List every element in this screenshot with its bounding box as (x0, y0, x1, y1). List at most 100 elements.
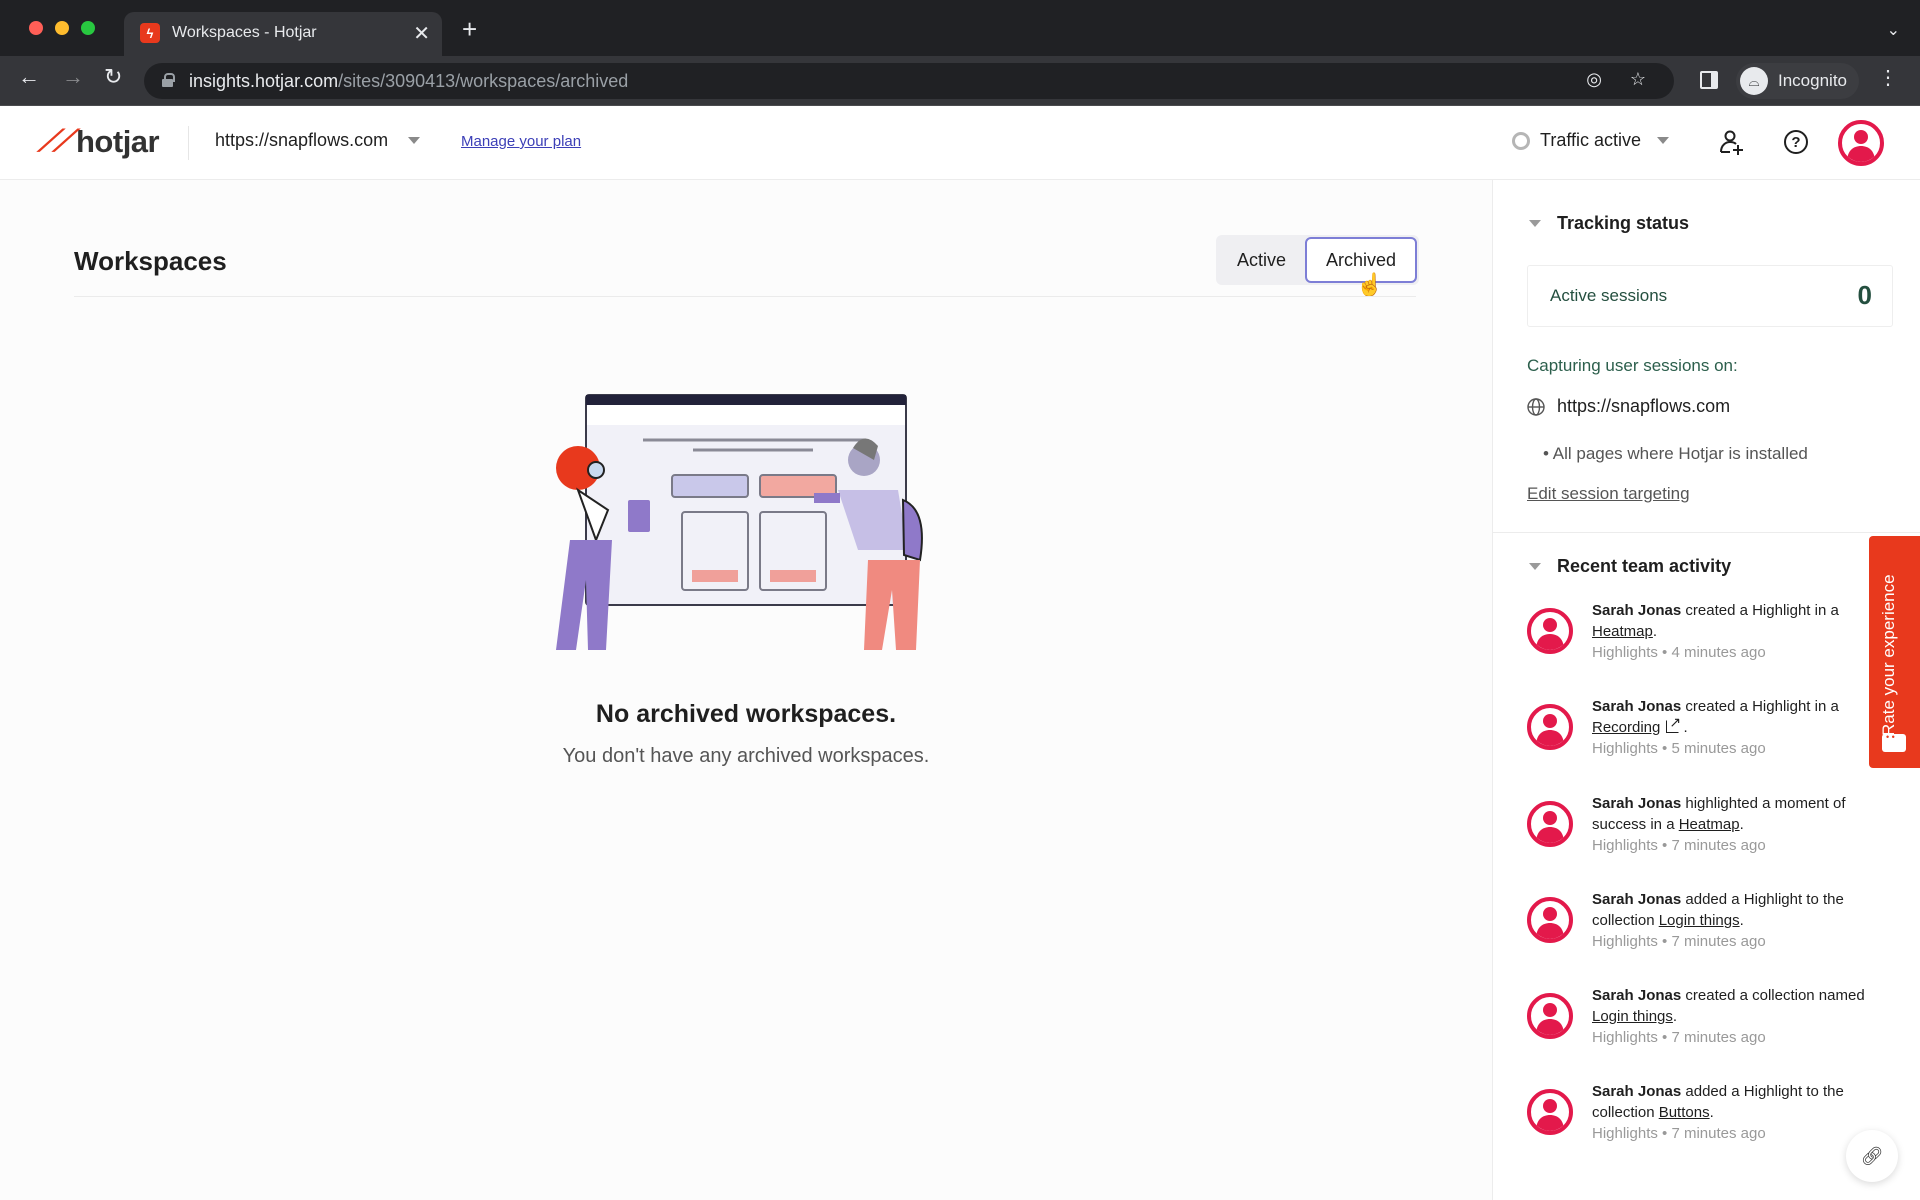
rate-experience-label: Rate your experience (1879, 574, 1898, 736)
site-selector[interactable]: https://snapflows.com (215, 130, 421, 151)
activity-user: Sarah Jonas (1592, 698, 1682, 715)
help-icon: ? (1784, 130, 1808, 154)
tab-search-chevron-icon[interactable]: ⌄ (1887, 20, 1900, 40)
url-host: insights.hotjar.com (189, 71, 339, 91)
avatar (1527, 801, 1573, 847)
header-divider (188, 126, 189, 160)
caret-down-icon (408, 137, 421, 144)
external-link-icon[interactable] (1666, 712, 1681, 733)
caret-down-icon (1657, 137, 1670, 144)
hotjar-logo[interactable]: ⟋⟋ hotjar (36, 124, 160, 160)
collapse-triangle-icon (1529, 220, 1541, 227)
active-sessions-label: Active sessions (1550, 286, 1668, 305)
window-maximize-button[interactable] (81, 21, 95, 35)
browser-toolbar: ← → ↻ insights.hotjar.com/sites/3090413/… (0, 56, 1920, 106)
browser-menu-icon[interactable]: ⋮ (1878, 68, 1898, 88)
hotjar-logo-icon: ⟋⟋ (35, 125, 75, 158)
side-panel-icon[interactable] (1700, 71, 1718, 89)
tracking-status-toggle[interactable]: Tracking status (1529, 213, 1689, 234)
user-silhouette-icon (1536, 811, 1564, 843)
globe-icon (1527, 397, 1545, 416)
activity-text: Sarah Jonas created a collection named L… (1592, 985, 1892, 1048)
user-silhouette-icon (1536, 618, 1564, 650)
window-minimize-button[interactable] (55, 21, 69, 35)
bookmark-star-icon[interactable]: ☆ (1630, 69, 1646, 90)
user-avatar[interactable] (1838, 120, 1884, 166)
activity-text: Sarah Jonas created a Highlight in a Rec… (1592, 696, 1892, 759)
invite-user-button[interactable] (1714, 124, 1750, 160)
tab-active[interactable]: Active (1218, 237, 1305, 283)
captured-pages: • All pages where Hotjar is installed (1543, 444, 1808, 463)
activity-text: Sarah Jonas added a Highlight to the col… (1592, 1081, 1892, 1144)
window-close-button[interactable] (29, 21, 43, 35)
active-sessions-card: Active sessions 0 (1527, 265, 1893, 327)
main-content: Workspaces Active Archived ☝ No archived… (0, 180, 1492, 1200)
back-arrow-icon[interactable]: ← (18, 66, 40, 88)
activity-meta: Highlights • 4 minutes ago (1592, 644, 1766, 661)
new-tab-button[interactable]: + (462, 16, 477, 42)
title-divider (74, 296, 1416, 297)
address-bar[interactable]: insights.hotjar.com/sites/3090413/worksp… (144, 63, 1674, 99)
traffic-status-dropdown[interactable]: Traffic active (1512, 130, 1670, 151)
side-panel: Tracking status Active sessions 0 Captur… (1492, 180, 1920, 1200)
recent-activity-toggle[interactable]: Recent team activity (1529, 556, 1731, 577)
empty-state-illustration (556, 394, 923, 650)
activity-action: created a Highlight in a (1681, 698, 1839, 715)
activity-link[interactable]: Recording (1592, 719, 1660, 736)
incognito-icon: ⌓ (1740, 67, 1768, 95)
user-silhouette-icon (1536, 1003, 1564, 1035)
activity-text: Sarah Jonas highlighted a moment of succ… (1592, 793, 1892, 856)
user-silhouette-icon (1536, 907, 1564, 939)
eye-off-icon[interactable]: ◎ (1586, 69, 1602, 90)
help-button[interactable]: ? (1778, 124, 1814, 160)
capturing-label: Capturing user sessions on: (1527, 356, 1738, 375)
activity-text: Sarah Jonas created a Highlight in a Hea… (1592, 600, 1892, 663)
activity-user: Sarah Jonas (1592, 602, 1682, 619)
activity-link[interactable]: Heatmap (1592, 623, 1653, 640)
tab-close-icon[interactable]: ✕ (413, 21, 430, 46)
activity-suffix: . (1739, 816, 1744, 833)
incognito-label: Incognito (1778, 71, 1847, 90)
user-silhouette-icon (1847, 130, 1875, 162)
manage-plan-link[interactable]: Manage your plan (461, 133, 581, 150)
browser-tab[interactable]: ϟ Workspaces - Hotjar ✕ (124, 12, 442, 56)
link-icon: 🔗︎ (1860, 1145, 1884, 1166)
activity-user: Sarah Jonas (1592, 795, 1682, 812)
activity-user: Sarah Jonas (1592, 1083, 1682, 1100)
app-header: ⟋⟋ hotjar https://snapflows.com Manage y… (0, 106, 1920, 180)
site-selector-label: https://snapflows.com (215, 130, 389, 150)
user-silhouette-icon (1536, 1099, 1564, 1131)
activity-link[interactable]: Buttons (1659, 1104, 1710, 1121)
avatar (1527, 993, 1573, 1039)
activity-link[interactable]: Heatmap (1679, 816, 1740, 833)
avatar (1527, 897, 1573, 943)
url-text[interactable]: insights.hotjar.com/sites/3090413/worksp… (189, 71, 628, 92)
activity-suffix: . (1652, 623, 1658, 640)
edit-session-targeting-link[interactable]: Edit session targeting (1527, 484, 1690, 504)
activity-link[interactable]: Login things (1659, 912, 1740, 929)
empty-state-title: No archived workspaces. (595, 700, 897, 728)
workspace-filter-toggle: Active Archived (1216, 235, 1420, 285)
collapse-triangle-icon (1529, 563, 1541, 570)
add-user-icon (1720, 130, 1743, 155)
captured-site-url: https://snapflows.com (1557, 396, 1731, 416)
status-ring-icon (1512, 131, 1530, 150)
activity-action: created a collection named (1681, 987, 1865, 1004)
captured-pages-text: All pages where Hotjar is installed (1552, 444, 1808, 463)
activity-link[interactable]: Login things (1592, 1008, 1673, 1025)
traffic-status-label: Traffic active (1540, 130, 1642, 150)
empty-state-subtitle: You don't have any archived workspaces. (562, 745, 930, 767)
page-title: Workspaces (74, 246, 227, 276)
activity-meta: Highlights • 7 minutes ago (1592, 837, 1766, 854)
activity-user: Sarah Jonas (1592, 891, 1682, 908)
rate-experience-button[interactable]: Rate your experience (1869, 536, 1920, 768)
tab-title: Workspaces - Hotjar (172, 24, 317, 41)
tracking-status-heading: Tracking status (1557, 213, 1690, 233)
copy-link-button[interactable]: 🔗︎ (1846, 1130, 1898, 1182)
incognito-profile-button[interactable]: ⌓ Incognito (1736, 63, 1859, 99)
activity-suffix: . (1739, 912, 1744, 929)
reload-icon[interactable]: ↻ (104, 66, 122, 88)
activity-meta: Highlights • 7 minutes ago (1592, 1125, 1766, 1142)
panel-divider (1493, 532, 1920, 533)
forward-arrow-icon[interactable]: → (62, 66, 84, 88)
